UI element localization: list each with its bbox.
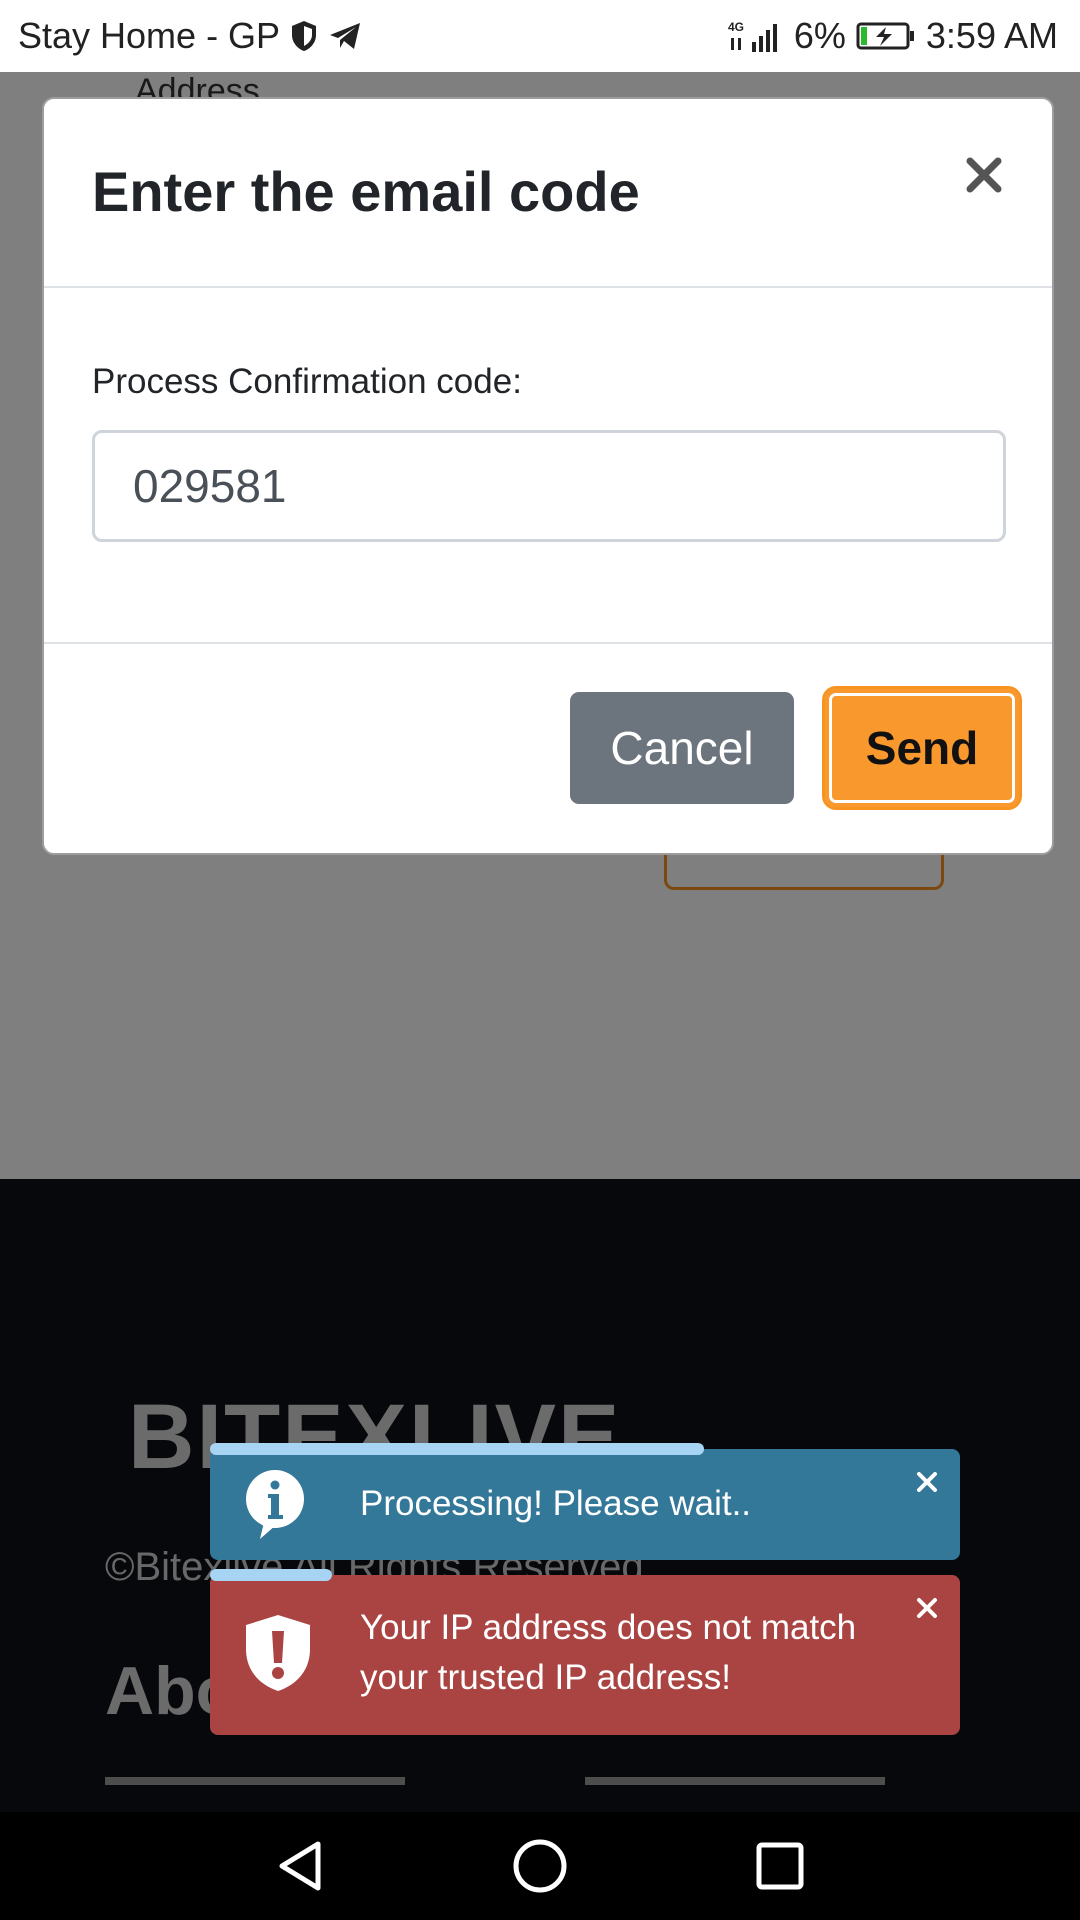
close-icon: [966, 157, 1002, 193]
toast-message: Processing! Please wait..: [360, 1484, 752, 1523]
close-button[interactable]: [960, 151, 1008, 199]
battery-percent: 6%: [793, 15, 846, 56]
close-icon: [917, 1472, 937, 1492]
telegram-icon: [328, 21, 362, 51]
status-bar: Stay Home - GP 4G 6% 3:59 AM: [0, 0, 1080, 72]
toast-info: Processing! Please wait..: [210, 1443, 960, 1560]
vpn-shield-icon: [290, 20, 318, 52]
toast-close-button[interactable]: [912, 1467, 942, 1497]
recents-square-icon: [756, 1842, 804, 1890]
modal-title: Enter the email code: [92, 160, 640, 223]
toast-message: Your IP address does not match your trus…: [360, 1608, 857, 1697]
carrier-label: Stay Home - GP: [18, 15, 281, 56]
modal-footer: Cancel Send: [44, 642, 1052, 855]
battery-charging-icon: [856, 21, 916, 51]
back-nav-button[interactable]: [272, 1836, 332, 1896]
modal-header: Enter the email code: [44, 99, 1052, 288]
status-right: 4G 6% 3:59 AM: [728, 15, 1058, 57]
svg-text:4G: 4G: [728, 20, 744, 34]
toast-error: Your IP address does not match your trus…: [210, 1569, 960, 1735]
toast-progress-bar: [210, 1569, 332, 1581]
modal-body: Process Confirmation code:: [44, 288, 1052, 640]
code-field-label: Process Confirmation code:: [92, 362, 522, 401]
navigation-bar: [0, 1812, 1080, 1920]
signal-icon: 4G: [728, 18, 784, 54]
status-left: Stay Home - GP: [18, 15, 362, 57]
home-circle-icon: [513, 1839, 567, 1893]
cancel-button[interactable]: Cancel: [570, 692, 794, 804]
shield-alert-icon: [242, 1613, 314, 1698]
send-button[interactable]: Send: [822, 686, 1022, 810]
email-code-modal: Enter the email code Process Confirmatio…: [42, 97, 1054, 855]
info-icon: [242, 1467, 308, 1548]
confirmation-code-input[interactable]: [92, 430, 1006, 542]
clock: 3:59 AM: [925, 15, 1058, 56]
back-triangle-icon: [279, 1841, 321, 1891]
recents-nav-button[interactable]: [750, 1836, 810, 1896]
toast-close-button[interactable]: [912, 1593, 942, 1623]
close-icon: [917, 1598, 937, 1618]
toast-progress-bar: [210, 1443, 704, 1455]
home-nav-button[interactable]: [510, 1836, 570, 1896]
